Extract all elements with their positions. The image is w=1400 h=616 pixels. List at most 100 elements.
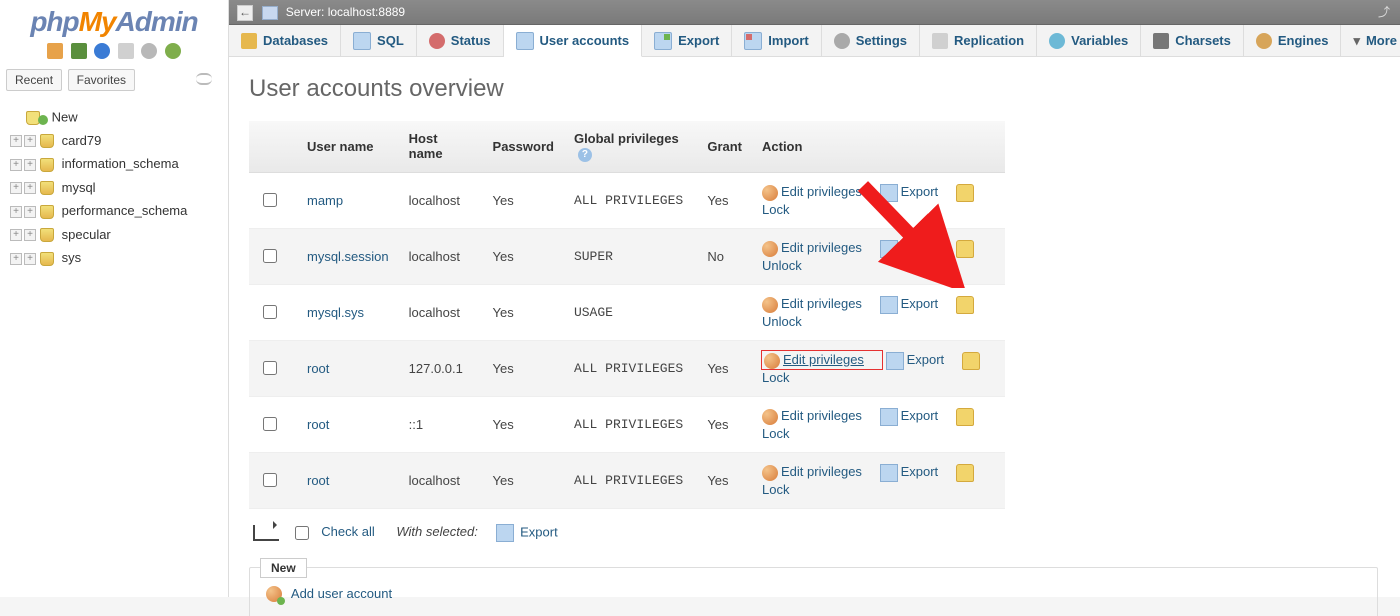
grant-cell: Yes [697,396,752,452]
sidebar-icon-row [0,42,228,59]
help-icon[interactable] [94,43,110,59]
expand-icon[interactable]: + [10,229,22,241]
sql-icon [353,32,371,50]
nav-tab-settings[interactable]: Settings [822,25,920,56]
export-link[interactable]: Export [901,408,939,423]
help-icon[interactable]: ? [578,148,592,162]
nav-tab-export[interactable]: Export [642,25,732,56]
row-checkbox[interactable] [263,361,277,375]
export-link[interactable]: Export [901,296,939,311]
lock-link[interactable]: Lock [762,370,789,385]
nav-tab-label: Export [678,33,719,48]
nav-tab-variables[interactable]: Variables [1037,25,1141,56]
lock-link[interactable]: Unlock [762,314,802,329]
row-checkbox[interactable] [263,473,277,487]
expand-icon[interactable]: + [10,182,22,194]
col-host[interactable]: Host name [399,121,483,172]
row-checkbox[interactable] [263,193,277,207]
lock-link[interactable]: Lock [762,202,789,217]
nav-tab-more[interactable]: More [1341,25,1400,56]
home-icon[interactable] [47,43,63,59]
export-icon [880,184,898,202]
reload-icon[interactable] [165,43,181,59]
expand-icon[interactable]: + [10,253,22,265]
expand-icon[interactable]: + [24,229,36,241]
export-link[interactable]: Export [907,352,945,367]
db-tree-item[interactable]: ++ mysql [0,176,228,200]
nav-tab-engines[interactable]: Engines [1244,25,1342,56]
user-icon [764,353,780,369]
export-link[interactable]: Export [901,240,939,255]
link-icon[interactable] [196,73,212,85]
edit-privileges-link[interactable]: Edit privileges [783,352,864,367]
table-row: root127.0.0.1YesALL PRIVILEGESYesEdit pr… [249,340,1005,396]
edit-privileges-link[interactable]: Edit privileges [781,184,862,199]
row-checkbox[interactable] [263,305,277,319]
expand-icon[interactable]: + [24,206,36,218]
up-arrow-icon [253,525,279,541]
logo[interactable]: phpMyAdmin [0,6,228,38]
nav-tab-import[interactable]: Import [732,25,821,56]
expand-icon[interactable]: + [24,135,36,147]
main: ← Server: localhost:8889 ⤴ DatabasesSQLS… [229,0,1400,597]
expand-icon[interactable]: + [24,253,36,265]
expand-icon[interactable]: + [10,159,22,171]
go-top-icon[interactable]: ⤴ [1378,0,1390,24]
nav-tab-replication[interactable]: Replication [920,25,1037,56]
tab-favorites[interactable]: Favorites [68,69,135,91]
nav-tab-user-accounts[interactable]: User accounts [504,25,643,57]
expand-icon[interactable]: + [24,159,36,171]
user-link[interactable]: mamp [307,193,343,208]
nav-tab-label: Replication [954,33,1024,48]
database-icon [40,228,54,242]
check-all-checkbox[interactable] [295,526,309,540]
doc-icon[interactable] [118,43,134,59]
edit-privileges-link[interactable]: Edit privileges [781,296,862,311]
nav-tab-charsets[interactable]: Charsets [1141,25,1244,56]
edit-privileges-link[interactable]: Edit privileges [781,464,862,479]
lock-link[interactable]: Lock [762,426,789,441]
priv-cell: USAGE [564,284,697,340]
db-tree-item[interactable]: ++ performance_schema [0,199,228,223]
export-link[interactable]: Export [901,464,939,479]
edit-privileges-link[interactable]: Edit privileges [781,240,862,255]
col-grant[interactable]: Grant [697,121,752,172]
database-icon [40,158,54,172]
add-user-link[interactable]: Add user account [291,586,392,601]
export-selected-link[interactable]: Export [520,524,558,539]
db-tree-item[interactable]: ++ sys [0,246,228,270]
expand-icon[interactable]: + [10,206,22,218]
db-tree-item[interactable]: ++ card79 [0,129,228,153]
grant-cell [697,284,752,340]
host-cell: ::1 [399,396,483,452]
expand-icon[interactable]: + [10,135,22,147]
chart-icon[interactable] [71,43,87,59]
user-link[interactable]: mysql.sys [307,305,364,320]
lock-link[interactable]: Unlock [762,258,802,273]
row-checkbox[interactable] [263,417,277,431]
user-link[interactable]: root [307,417,329,432]
user-link[interactable]: mysql.session [307,249,389,264]
gear-icon[interactable] [141,43,157,59]
nav-tab-status[interactable]: Status [417,25,504,56]
col-pwd[interactable]: Password [483,121,564,172]
nav-tab-sql[interactable]: SQL [341,25,417,56]
user-link[interactable]: root [307,361,329,376]
check-all-label[interactable]: Check all [321,524,374,539]
nav-tab-databases[interactable]: Databases [229,25,341,56]
col-priv[interactable]: Global privileges? [564,121,697,172]
db-tree-item[interactable]: ++ specular [0,223,228,247]
lock-icon [956,184,974,202]
edit-privileges-link[interactable]: Edit privileges [781,408,862,423]
pwd-cell: Yes [483,284,564,340]
export-link[interactable]: Export [901,184,939,199]
db-tree-item[interactable]: ++ information_schema [0,152,228,176]
tab-recent[interactable]: Recent [6,69,62,91]
db-tree-item[interactable]: New [0,105,228,129]
col-user[interactable]: User name [297,121,399,172]
expand-icon[interactable]: + [24,182,36,194]
row-checkbox[interactable] [263,249,277,263]
user-link[interactable]: root [307,473,329,488]
lock-link[interactable]: Lock [762,482,789,497]
collapse-sidebar-icon[interactable]: ← [237,5,253,21]
